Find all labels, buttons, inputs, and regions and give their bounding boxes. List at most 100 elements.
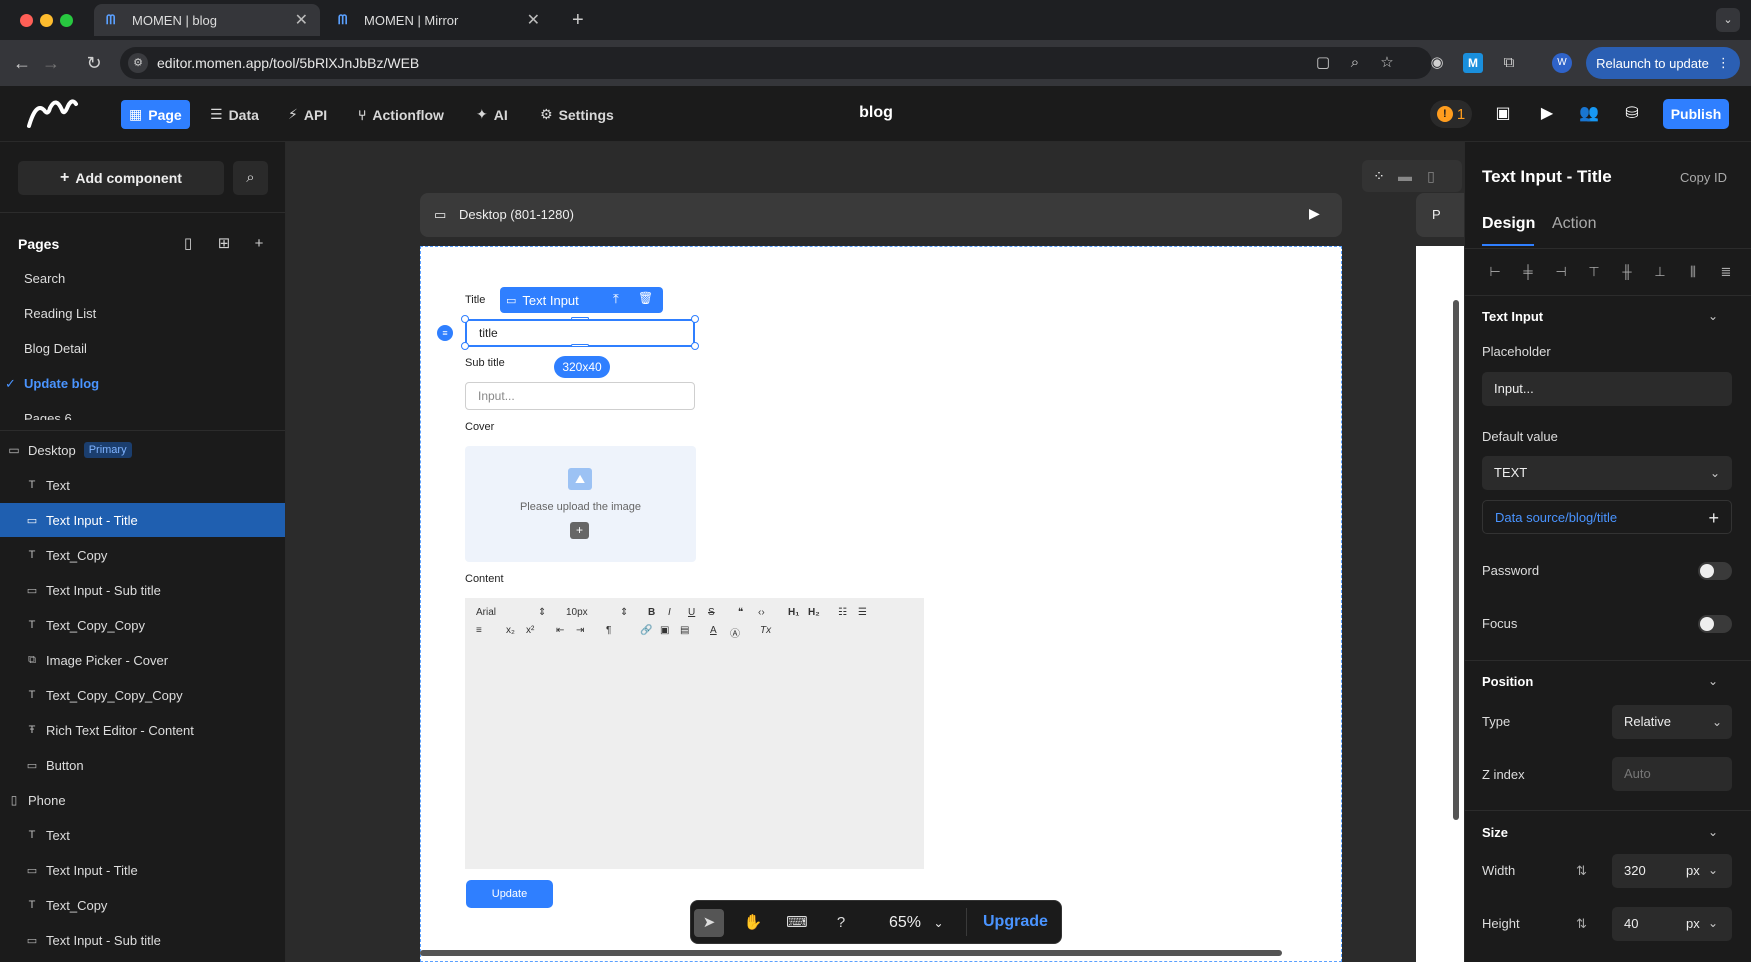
align-right-icon[interactable]: ⊣ (1552, 263, 1570, 281)
update-button[interactable]: Update (466, 880, 553, 908)
distribute-vertical-icon[interactable]: ≣ (1717, 263, 1735, 281)
page-item-blog-detail[interactable]: Blog Detail (24, 341, 87, 356)
layer-phone[interactable]: ▯ Phone (0, 783, 285, 817)
strikethrough-icon[interactable]: S (708, 607, 715, 618)
maximize-window-button[interactable] (60, 14, 73, 27)
tab-design[interactable]: Design (1482, 215, 1535, 233)
sizing-mode-icon[interactable]: ⇅ (1576, 863, 1587, 879)
hand-pan-icon[interactable]: ✋ (738, 909, 768, 937)
layer-item[interactable]: ▭ Button (0, 748, 285, 782)
rich-text-editor[interactable] (465, 598, 924, 869)
delete-trash-icon[interactable]: 🗑 (638, 291, 653, 305)
nav-api[interactable]: ⚡ API (280, 100, 335, 129)
layer-item[interactable]: T Text (0, 818, 285, 852)
chevron-down-icon[interactable]: ⌄ (1708, 863, 1718, 877)
align-top-icon[interactable]: ⊤ (1585, 263, 1603, 281)
tablet-view-icon[interactable]: ▬ (1394, 166, 1416, 186)
extension-m-icon[interactable]: M (1463, 53, 1483, 73)
data-source-binding[interactable]: Data source/blog/title + (1482, 500, 1732, 534)
tab-momen-mirror[interactable]: ᗰ MOMEN | Mirror ✕ (326, 4, 552, 36)
save-status-icon[interactable]: ▣ (1492, 103, 1514, 125)
publish-button[interactable]: Publish (1663, 99, 1729, 129)
align-bottom-icon[interactable]: ⊥ (1651, 263, 1669, 281)
nav-ai[interactable]: ✦ AI (468, 100, 516, 129)
resize-handle[interactable] (571, 317, 589, 320)
indent-icon[interactable]: ⇥ (576, 625, 584, 636)
layer-item[interactable]: T Text_Copy (0, 888, 285, 922)
add-binding-plus-icon[interactable]: + (1708, 501, 1719, 535)
canvas-vertical-scrollbar[interactable] (1453, 300, 1459, 820)
tab-search-icon[interactable]: ⌄ (1716, 8, 1740, 32)
resize-handle[interactable] (691, 342, 699, 350)
close-tab-icon[interactable]: ✕ (295, 10, 308, 30)
layer-item[interactable]: Ŧ Rich Text Editor - Content (0, 713, 285, 747)
site-info-icon[interactable]: ⚙ (128, 53, 148, 73)
align-left-icon[interactable]: ≡ (476, 625, 482, 636)
nav-data[interactable]: ☰ Data (202, 100, 267, 129)
rte-font-select[interactable]: Arial (476, 607, 496, 618)
align-middle-vertical-icon[interactable]: ╫ (1618, 263, 1636, 281)
position-type-select[interactable]: Relative ⌄ (1612, 705, 1732, 739)
add-component-button[interactable]: + Add component (18, 161, 224, 195)
select-pointer-icon[interactable]: ➤ (694, 909, 724, 937)
highlight-color-icon[interactable]: Ⓐ (730, 625, 740, 640)
position-section-heading[interactable]: Position (1482, 674, 1533, 689)
underline-icon[interactable]: U (688, 607, 695, 618)
bold-icon[interactable]: B (648, 607, 655, 618)
resize-handle[interactable] (571, 344, 589, 347)
code-icon[interactable]: ‹› (758, 607, 765, 618)
italic-icon[interactable]: I (668, 607, 671, 618)
nav-page[interactable]: ▦ Page (121, 100, 190, 129)
phone-view-icon[interactable]: ▯ (1420, 166, 1442, 186)
warnings-button[interactable]: ! 1 (1430, 100, 1472, 128)
clipboard-icon[interactable]: ▢ (1313, 53, 1333, 73)
resize-handle[interactable] (691, 315, 699, 323)
add-page-icon[interactable]: + (249, 234, 269, 254)
chevron-down-icon[interactable]: ⌄ (1708, 309, 1718, 323)
font-color-icon[interactable]: A (710, 625, 717, 636)
layer-item[interactable]: ▭ Text Input - Title (0, 853, 285, 887)
extensions-puzzle-icon[interactable]: ⧉ (1499, 53, 1519, 73)
tab-momen-blog[interactable]: ᗰ MOMEN | blog ✕ (94, 4, 320, 36)
page-item-update-blog[interactable]: Update blog (24, 376, 99, 391)
layer-item[interactable]: ▭ Text Input - Sub title (0, 573, 285, 607)
url-text[interactable]: editor.momen.app/tool/5bRlXJnJbBz/WEB (157, 55, 419, 71)
bullet-list-icon[interactable]: ☰ (858, 607, 867, 618)
move-to-top-icon[interactable]: ⤒ (613, 291, 619, 307)
placeholder-field[interactable]: Input... (1482, 372, 1732, 406)
align-left-icon[interactable]: ⊢ (1486, 263, 1504, 281)
layer-item[interactable]: T Text_Copy_Copy_Copy (0, 678, 285, 712)
direction-icon[interactable]: ¶ (606, 625, 611, 636)
distribute-horizontal-icon[interactable]: ⫼ (1684, 263, 1702, 281)
tab-action[interactable]: Action (1552, 215, 1596, 233)
keyboard-shortcuts-icon[interactable]: ⌨ (782, 909, 812, 937)
component-search-button[interactable]: ⌕ (233, 161, 268, 195)
profile-avatar[interactable]: W (1552, 53, 1572, 73)
upload-plus-icon[interactable]: + (570, 522, 589, 539)
upgrade-link[interactable]: Upgrade (983, 913, 1048, 931)
relaunch-to-update-button[interactable]: Relaunch to update ⋮ (1586, 47, 1740, 79)
grid-view-icon[interactable]: ⁘ (1368, 166, 1390, 186)
canvas-horizontal-scrollbar[interactable] (420, 950, 1282, 956)
clear-format-icon[interactable]: Tx (760, 625, 771, 636)
layer-item[interactable]: T Text (0, 468, 285, 502)
subtitle-input[interactable]: Input... (465, 382, 695, 410)
image-icon[interactable]: ▣ (660, 625, 669, 636)
text-input-section-heading[interactable]: Text Input (1482, 309, 1543, 324)
nav-settings[interactable]: ⚙ Settings (532, 100, 622, 129)
outdent-icon[interactable]: ⇤ (556, 625, 564, 636)
help-icon[interactable]: ? (826, 909, 856, 937)
link-icon[interactable]: 🔗 (640, 625, 652, 636)
layer-item-selected[interactable]: ▭ Text Input - Title (0, 503, 285, 537)
reload-icon[interactable]: ↻ (83, 52, 105, 74)
resize-handle[interactable] (461, 315, 469, 323)
run-preview-icon[interactable]: ▶ (1309, 205, 1320, 222)
rte-size-select[interactable]: 10px (566, 607, 588, 618)
layer-desktop[interactable]: ▭ Desktop Primary (0, 433, 285, 467)
layer-item[interactable]: T Text_Copy_Copy (0, 608, 285, 642)
layer-item[interactable]: ▭ Text Input - Sub title (0, 923, 285, 957)
align-center-horizontal-icon[interactable]: ╪ (1519, 263, 1537, 281)
copy-id-button[interactable]: Copy ID (1680, 170, 1727, 185)
add-folder-icon[interactable]: ⊞ (214, 234, 234, 254)
subscript-icon[interactable]: x₂ (506, 625, 515, 636)
